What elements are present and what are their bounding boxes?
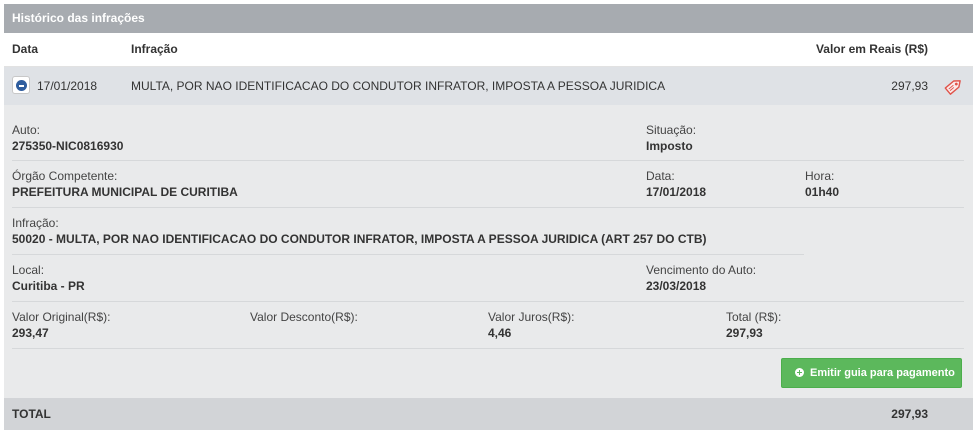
- row-description: MULTA, POR NAO IDENTIFICACAO DO CONDUTOR…: [131, 79, 666, 93]
- situacao-value: Imposto: [646, 139, 693, 153]
- total-label: Total (R$):: [726, 310, 782, 324]
- footer-total-label: TOTAL: [12, 407, 51, 421]
- vencimento-field: Vencimento do Auto: 23/03/2018: [646, 263, 756, 294]
- vencimento-value: 23/03/2018: [646, 279, 707, 293]
- local-field: Local: Curitiba - PR: [12, 263, 85, 294]
- orgao-field: Órgão Competente: PREFEITURA MUNICIPAL D…: [12, 169, 238, 200]
- infracao-field: Infração: 50020 - MULTA, POR NAO IDENTIF…: [12, 216, 707, 247]
- vencimento-label: Vencimento do Auto:: [646, 263, 757, 277]
- minus-circle-icon: [16, 80, 27, 91]
- emit-payment-guide-button[interactable]: Emitir guia para pagamento: [781, 358, 962, 388]
- total-row: TOTAL 297,93: [4, 398, 973, 430]
- infracao-label: Infração:: [12, 216, 59, 230]
- valor-juros-field: Valor Juros(R$): 4,46: [488, 310, 574, 341]
- orgao-label: Órgão Competente:: [12, 169, 118, 183]
- situacao-field: Situação: Imposto: [646, 123, 696, 154]
- auto-label: Auto:: [12, 123, 41, 137]
- plus-circle-icon: [795, 368, 804, 377]
- footer-total-value: 297,93: [891, 407, 928, 421]
- data-label: Data:: [646, 169, 675, 183]
- column-header-infraction: Infração: [131, 42, 178, 56]
- panel-title: Histórico das infrações: [4, 4, 973, 33]
- row-date: 17/01/2018: [37, 79, 98, 93]
- valor-desconto-field: Valor Desconto(R$):: [250, 310, 358, 325]
- valor-original-value: 293,47: [12, 326, 49, 340]
- infraction-details: Auto: 275350-NIC0816930 Situação: Impost…: [4, 105, 973, 398]
- price-tag-icon[interactable]: [943, 76, 965, 96]
- divider: [12, 207, 964, 208]
- orgao-value: PREFEITURA MUNICIPAL DE CURITIBA: [12, 185, 238, 199]
- infracao-value: 50020 - MULTA, POR NAO IDENTIFICACAO DO …: [12, 232, 707, 246]
- auto-field: Auto: 275350-NIC0816930: [12, 123, 123, 154]
- column-header-value: Valor em Reais (R$): [815, 42, 928, 56]
- total-value: 297,93: [726, 326, 763, 340]
- valor-original-label: Valor Original(R$):: [12, 310, 111, 324]
- local-label: Local:: [12, 263, 45, 277]
- divider: [12, 301, 964, 302]
- valor-juros-label: Valor Juros(R$):: [488, 310, 575, 324]
- situacao-label: Situação:: [646, 123, 697, 137]
- data-value: 17/01/2018: [646, 185, 707, 199]
- emit-button-label: Emitir guia para pagamento: [810, 367, 955, 379]
- data-field: Data: 17/01/2018: [646, 169, 706, 200]
- divider: [12, 254, 804, 255]
- divider: [12, 160, 964, 161]
- infraction-row[interactable]: 17/01/2018 MULTA, POR NAO IDENTIFICACAO …: [4, 67, 973, 105]
- hora-field: Hora: 01h40: [805, 169, 839, 200]
- row-value: 297,93: [891, 79, 928, 93]
- total-field: Total (R$): 297,93: [726, 310, 781, 341]
- local-value: Curitiba - PR: [12, 279, 85, 293]
- valor-original-field: Valor Original(R$): 293,47: [12, 310, 110, 341]
- column-header-date: Data: [12, 42, 39, 56]
- auto-value: 275350-NIC0816930: [12, 139, 124, 153]
- valor-juros-value: 4,46: [488, 326, 512, 340]
- divider: [12, 348, 964, 349]
- collapse-toggle-button[interactable]: [12, 76, 30, 94]
- hora-label: Hora:: [805, 169, 835, 183]
- infraction-history-panel: Histórico das infrações Data Infração Va…: [4, 4, 973, 430]
- hora-value: 01h40: [805, 185, 840, 199]
- valor-desconto-label: Valor Desconto(R$):: [250, 310, 358, 324]
